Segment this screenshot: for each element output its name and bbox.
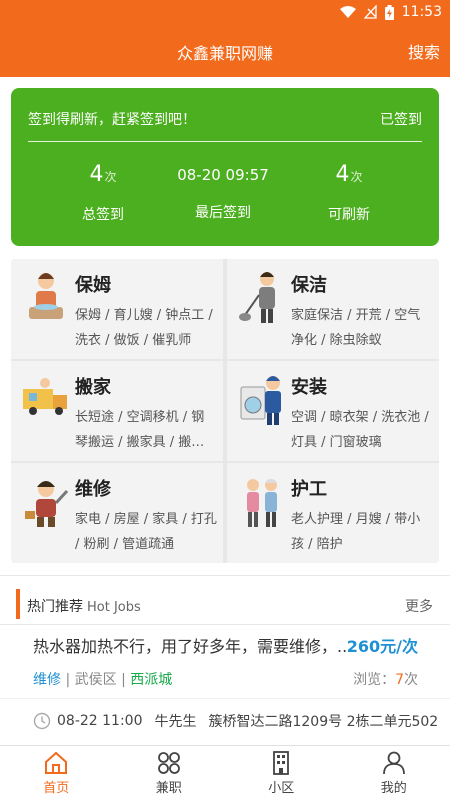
job-address: 簇桥智达二路1209号 2栋二单元502 [208,714,439,730]
refresh-count-unit: 次 [350,170,363,184]
category-desc: 老人护理 / 月嫂 / 带小孩 / 陪护 [291,512,421,552]
job-community-tag[interactable]: 西派城 [130,672,172,688]
job-title[interactable]: 热水器加热不行，用了好多年，需要维修，... [33,633,348,657]
category-desc: 保姆 / 育儿嫂 / 钟点工 / 洗衣 / 做饭 / 催乳师 [75,308,213,348]
category-desc: 空调 / 晾衣架 / 洗衣池 / 灯具 / 门窗玻璃 [291,410,429,450]
category-cleaning[interactable]: 保洁 家庭保洁 / 开荒 / 空气净化 / 除虫除蚁 [227,259,439,359]
category-name: 搬家 [75,377,111,398]
app-header: 众鑫兼职网赚 搜索 [0,25,450,77]
building-icon [273,751,290,775]
refresh-count-value: 4 [335,162,350,187]
tab-label: 小区 [268,781,295,796]
total-checkin-unit: 次 [104,170,117,184]
category-repair[interactable]: 维修 家电 / 房屋 / 家具 / 打孔 / 粉刷 / 管道疏通 [11,463,223,563]
views-label: 浏览： [353,672,396,688]
wifi-icon [339,6,356,18]
category-name: 安装 [291,377,327,398]
job-meta: 08-22 11:00 牛先生 簇桥智达二路1209号 2栋二单元502 [33,711,438,731]
page-title: 众鑫兼职网赚 [176,44,273,63]
views-count: 7 [395,672,404,688]
category-name: 保姆 [75,275,111,296]
battery-charging-icon [384,4,394,20]
tab-home[interactable]: 首页 [0,746,113,800]
category-name: 维修 [75,479,111,500]
no-signal-icon [363,5,377,19]
tab-community[interactable]: 小区 [225,746,338,800]
category-nanny[interactable]: 保姆 保姆 / 育儿嫂 / 钟点工 / 洗衣 / 做饭 / 催乳师 [11,259,223,359]
hot-jobs-title-en: Hot Jobs [87,600,141,615]
item-divider [0,698,450,699]
last-checkin-value: 08-20 09:57 [177,166,269,184]
status-bar: 11:53 [0,0,450,25]
category-desc: 家电 / 房屋 / 家具 / 打孔 / 粉刷 / 管道疏通 [75,512,217,552]
checkin-divider [28,141,422,142]
bottom-tab-bar: 首页 兼职 小区 我的 [0,745,450,800]
tag-separator: | [61,672,75,688]
category-desc: 长短途 / 空调移机 / 钢琴搬运 / 搬家具 / 搬… [75,410,205,450]
category-name: 护工 [291,479,327,500]
job-tags: 维修 | 武侯区 | 西派城 [33,669,172,689]
caregiver-illustration-icon [247,479,277,527]
moving-truck-illustration-icon [23,378,67,415]
grid-icon [157,752,180,774]
nanny-illustration-icon [29,273,63,319]
total-checkin-value: 4 [89,162,104,187]
tab-label: 我的 [380,781,407,796]
category-moving[interactable]: 搬家 长短途 / 空调移机 / 钢琴搬运 / 搬家具 / 搬… [11,361,223,461]
tab-label: 兼职 [155,781,182,796]
job-category-tag[interactable]: 维修 [33,672,61,688]
cleaning-illustration-icon [239,272,275,323]
hot-jobs-heading: 热门推荐 Hot Jobs [27,596,141,616]
tab-mine[interactable]: 我的 [338,746,450,800]
refresh-count-label: 可刷新 [328,207,370,223]
checkin-status-button[interactable]: 已签到 [380,109,422,129]
more-link[interactable]: 更多 [405,596,433,616]
category-installation[interactable]: 安装 空调 / 晾衣架 / 洗衣池 / 灯具 / 门窗玻璃 [227,361,439,461]
tab-label: 首页 [43,781,70,796]
job-price: 260元/次 [346,637,418,656]
last-checkin-label: 最后签到 [195,205,251,221]
section-divider [0,624,450,625]
installation-illustration-icon [240,376,281,425]
home-icon [45,751,68,774]
refresh-count-stat: 4次 可刷新 [289,160,409,224]
last-checkin-stat: 08-20 09:57 最后签到 [163,160,283,222]
job-district-tag: 武侯区 [74,672,117,688]
checkin-card: 签到得刷新，赶紧签到吧！ 已签到 4次 总签到 08-20 09:57 最后签到… [11,88,439,246]
repair-illustration-icon [25,481,69,527]
clock-icon [33,712,51,730]
total-checkin-stat: 4次 总签到 [43,160,163,224]
tag-separator: | [116,672,131,688]
category-name: 保洁 [291,275,327,296]
hot-jobs-title: 热门推荐 [27,599,83,615]
status-time: 11:53 [401,4,442,20]
job-person: 牛先生 [154,714,197,730]
views-unit: 次 [404,672,418,688]
tab-parttime[interactable]: 兼职 [113,746,226,800]
checkin-prompt: 签到得刷新，赶紧签到吧！ [28,112,196,128]
category-grid: 保姆 保姆 / 育儿嫂 / 钟点工 / 洗衣 / 做饭 / 催乳师 保洁 家庭保… [11,259,439,563]
search-button[interactable]: 搜索 [408,39,440,63]
category-caregiver[interactable]: 护工 老人护理 / 月嫂 / 带小孩 / 陪护 [227,463,439,563]
user-icon [382,751,405,775]
category-desc: 家庭保洁 / 开荒 / 空气净化 / 除虫除蚁 [291,308,421,348]
section-divider [0,575,450,576]
total-checkin-label: 总签到 [82,207,124,223]
job-datetime: 08-22 11:00 [57,713,143,729]
job-views: 浏览：7次 [353,669,418,689]
section-accent-bar [16,589,20,619]
